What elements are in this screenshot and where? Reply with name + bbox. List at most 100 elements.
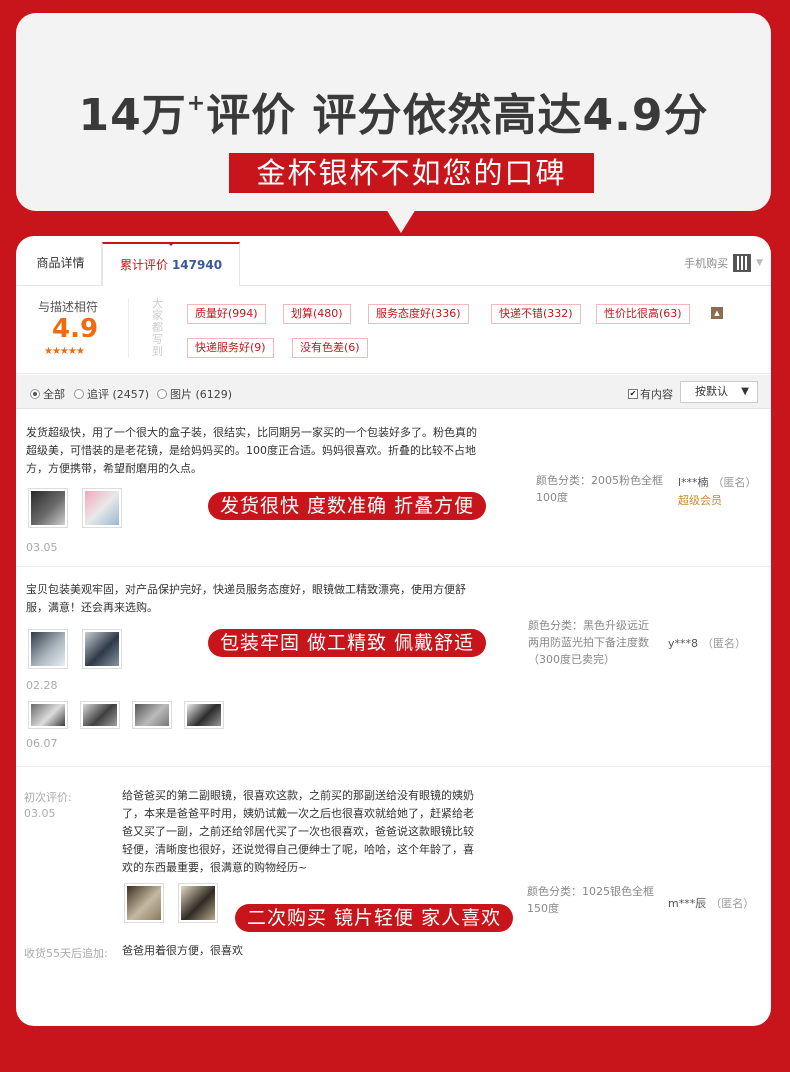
- reviewer-name: l***楠: [678, 476, 709, 489]
- tab-bar: 商品详情 累计评价 147940 手机购买 ▼: [16, 236, 771, 287]
- vip-badge: 超级会员: [678, 494, 722, 507]
- review-photo[interactable]: [80, 701, 120, 729]
- tag-item[interactable]: 快递服务好(9): [187, 338, 274, 358]
- review-line: 方，方便携带，希望耐磨用的久点。: [26, 462, 202, 475]
- review-line: 发货超级快，用了一个很大的盒子装，很结实，比同期另一家买的一个包装好多了。粉色真…: [26, 426, 477, 439]
- headline: 14万+评价 评分依然高达4.9分: [16, 79, 771, 143]
- filter-followup-label: 追评 (2457): [87, 388, 150, 401]
- review-line: 爸又买了一副，之前还给邻居代买了一次也很喜欢，爸爸说这款眼镜比较: [122, 825, 474, 838]
- sku-line: 颜色分类：1025银色全框: [527, 885, 654, 898]
- collapse-icon[interactable]: ▲: [711, 307, 723, 319]
- filter-all-radio[interactable]: 全部: [30, 386, 65, 402]
- sku-line: 颜色分类：黑色升级远近: [528, 619, 649, 632]
- reviewer-name: m***辰: [668, 897, 707, 910]
- headline-rest: 评价 评分依然高达4.9分: [206, 90, 709, 141]
- tag-item[interactable]: 质量好(994): [187, 304, 266, 324]
- followup-text: 爸爸用着很方便，很喜欢: [122, 944, 243, 957]
- review-line: 了，本来是爸爸平时用，姨奶试戴一次之后也很喜欢就给她了，赶紧给老: [122, 807, 474, 820]
- divider: [128, 298, 129, 358]
- review-photo[interactable]: [82, 629, 122, 669]
- active-tab-arrow-icon: [167, 242, 175, 246]
- sku-line: （300度已卖完）: [528, 653, 615, 666]
- review-item: 宝贝包装美观牢固，对产品保护完好，快递员服务态度好，眼镜做工精致漂亮，使用方便舒…: [16, 567, 771, 763]
- anonymous-label: （匿名）: [710, 897, 755, 910]
- tag-item[interactable]: 服务态度好(336): [368, 304, 469, 324]
- has-content-label: 有内容: [640, 388, 673, 401]
- sku-info: 颜色分类：黑色升级远近 两用防蓝光拍下备注度数 （300度已卖完）: [528, 617, 649, 668]
- tab-product-details[interactable]: 商品详情: [20, 242, 102, 287]
- review-photo[interactable]: [82, 488, 122, 528]
- sort-select[interactable]: 按默认 ▼: [680, 381, 758, 403]
- tab-reviews[interactable]: 累计评价 147940: [102, 242, 240, 287]
- review-date: 03.05: [26, 541, 58, 554]
- review-photo[interactable]: [132, 701, 172, 729]
- tag-item[interactable]: 没有色差(6): [292, 338, 368, 358]
- has-content-checkbox[interactable]: ✔ 有内容: [628, 386, 673, 402]
- reviewer[interactable]: m***辰 （匿名）: [668, 895, 754, 911]
- filter-followup-radio[interactable]: 追评 (2457): [74, 386, 149, 402]
- star-rating-icon: ★★★★★: [44, 346, 85, 357]
- review-photo[interactable]: [28, 629, 68, 669]
- review-card: 商品详情 累计评价 147940 手机购买 ▼ 与描述相符 4.9 ★★★★★ 大…: [16, 236, 771, 1026]
- headline-plus: +: [186, 91, 207, 116]
- radio-icon: [74, 389, 84, 399]
- review-date: 06.07: [26, 737, 58, 750]
- tags-side-label: 大家都写到: [152, 297, 163, 358]
- review-photo[interactable]: [184, 701, 224, 729]
- tag-item[interactable]: 划算(480): [283, 304, 351, 324]
- initial-review-label: 初次评价:: [24, 791, 72, 804]
- reviewer[interactable]: y***8 （匿名）: [668, 635, 746, 651]
- header-bubble: 14万+评价 评分依然高达4.9分 金杯银杯不如您的口碑: [16, 13, 771, 211]
- radio-selected-icon: [30, 389, 40, 399]
- followup-label: 收货55天后追加:: [24, 947, 108, 960]
- sku-info: 颜色分类：2005粉色全框 100度: [536, 472, 663, 506]
- filter-bar: 全部 追评 (2457) 图片 (6129) ✔ 有内容 按默认 ▼: [16, 375, 771, 409]
- review-text: 宝贝包装美观牢固，对产品保护完好，快递员服务态度好，眼镜做工精致漂亮，使用方便舒…: [26, 581, 506, 617]
- review-photo[interactable]: [178, 883, 218, 923]
- checkbox-checked-icon: ✔: [628, 389, 638, 399]
- reviewer-name: y***8: [668, 637, 699, 650]
- qr-code-icon: [733, 254, 752, 272]
- highlight-banner: 发货很快 度数准确 折叠方便: [208, 492, 487, 520]
- review-line: 给爸爸买的第二副眼镜，很喜欢这款，之前买的那副送给没有眼镜的姨奶: [122, 789, 474, 802]
- initial-review-date: 03.05: [24, 807, 56, 820]
- review-item: 发货超级快，用了一个很大的盒子装，很结实，比同期另一家买的一个包装好多了。粉色真…: [16, 410, 771, 565]
- review-count: 147940: [171, 258, 223, 272]
- review-photo[interactable]: [28, 488, 68, 528]
- reviewer[interactable]: l***楠 （匿名）: [678, 474, 757, 490]
- sku-line: 100度: [536, 491, 568, 504]
- sku-info: 颜色分类：1025银色全框 150度: [527, 883, 654, 917]
- anonymous-label: （匿名）: [712, 476, 757, 489]
- highlight-banner: 二次购买 镜片轻便 家人喜欢: [235, 904, 514, 932]
- headline-count: 14万: [78, 90, 187, 141]
- review-text: 发货超级快，用了一个很大的盒子装，很结实，比同期另一家买的一个包装好多了。粉色真…: [26, 424, 506, 478]
- review-line: 轻便，清晰度也很好，还说觉得自己便绅士了呢，哈哈，这个年龄了，喜: [122, 843, 474, 856]
- filter-all-label: 全部: [43, 388, 65, 401]
- match-label: 与描述相符: [38, 300, 99, 314]
- review-item: 初次评价: 03.05 给爸爸买的第二副眼镜，很喜欢这款，之前买的那副送给没有眼…: [16, 767, 771, 977]
- chevron-down-icon: ▼: [741, 386, 749, 397]
- mobile-buy[interactable]: 手机购买 ▼: [684, 254, 763, 272]
- review-text: 给爸爸买的第二副眼镜，很喜欢这款，之前买的那副送给没有眼镜的姨奶 了，本来是爸爸…: [122, 787, 522, 877]
- review-line: 服，满意！还会再来选购。: [26, 601, 158, 614]
- score: 4.9: [52, 314, 99, 344]
- tab-reviews-label: 累计评价: [119, 258, 168, 272]
- sku-line: 150度: [527, 902, 559, 915]
- subtitle: 金杯银杯不如您的口碑: [229, 153, 594, 193]
- tag-item[interactable]: 快递不错(332): [491, 304, 581, 324]
- filter-pictures-radio[interactable]: 图片 (6129): [157, 386, 232, 402]
- review-photo[interactable]: [124, 883, 164, 923]
- sku-line: 两用防蓝光拍下备注度数: [528, 636, 649, 649]
- mobile-buy-label: 手机购买: [684, 257, 729, 270]
- chevron-down-icon: ▼: [756, 258, 763, 268]
- review-photo[interactable]: [28, 701, 68, 729]
- anonymous-label: （匿名）: [702, 637, 747, 650]
- filter-pictures-label: 图片 (6129): [170, 388, 233, 401]
- radio-icon: [157, 389, 167, 399]
- review-line: 欢的东西最重要，很满意的购物经历~: [122, 861, 308, 874]
- sort-value: 按默认: [695, 385, 728, 398]
- review-line: 超级美，可惜装的是老花镜，是给妈妈买的。100度正合适。妈妈很喜欢。折叠的比较不…: [26, 444, 476, 457]
- bubble-tail: [386, 209, 416, 233]
- sku-line: 颜色分类：2005粉色全框: [536, 474, 663, 487]
- tag-item[interactable]: 性价比很高(63): [596, 304, 690, 324]
